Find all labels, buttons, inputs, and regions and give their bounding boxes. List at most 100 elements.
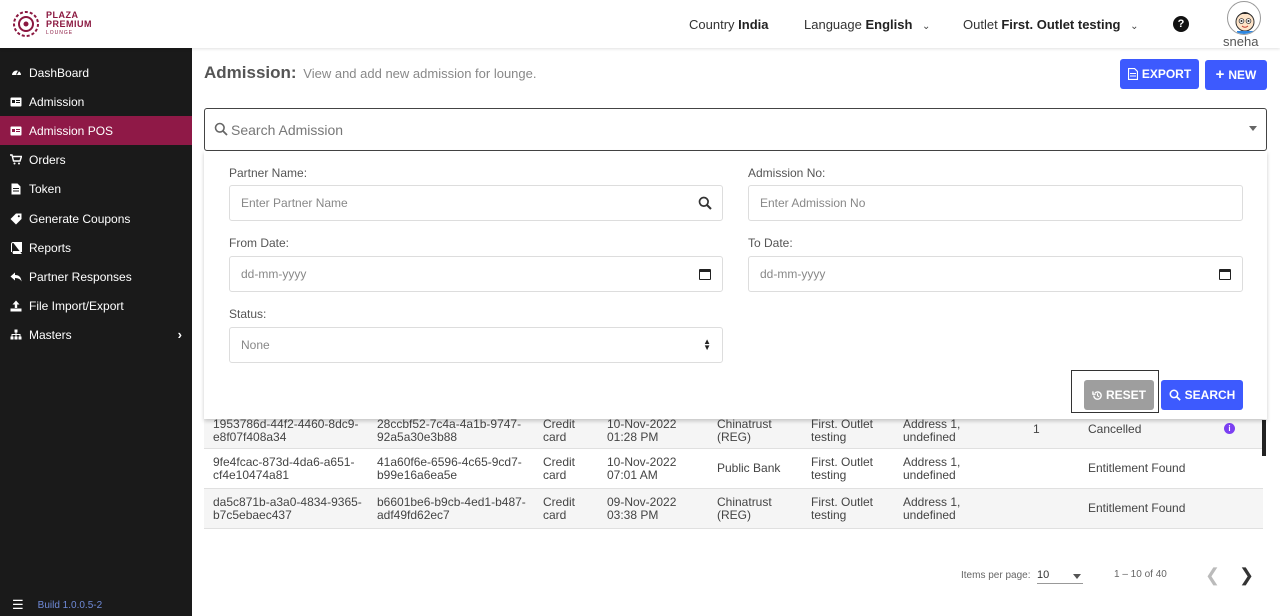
new-button[interactable]: + NEW [1205,60,1267,90]
status-text: Entitlement Found [1088,461,1186,475]
table-row[interactable]: 9fe4fcac-873d-4da6-a651- cf4e10474a81 41a… [204,449,1263,489]
reset-button[interactable]: RESET [1084,380,1154,410]
country-label: Country [689,17,735,32]
sidebar-item-generate-coupons[interactable]: Generate Coupons [0,204,192,233]
info-icon[interactable]: i [1224,423,1235,434]
sidebar-item-admission[interactable]: Admission [0,87,192,116]
sidebar-item-label: Generate Coupons [29,211,131,226]
country-display: Country India [689,17,769,32]
calendar-icon[interactable] [1219,269,1231,280]
address: Address 1, undefined [903,455,961,482]
page-title: Admission: View and add new admission fo… [204,63,536,83]
status-text: Entitlement Found [1088,501,1186,515]
history-icon [1092,390,1102,400]
reply-icon [10,271,22,283]
build-footer: ☰ Build 1.0.0.5-2 [0,594,192,616]
tag-icon [10,213,22,225]
file-icon [10,183,22,195]
filter-panel: Partner Name: Enter Partner Name Admissi… [204,151,1267,419]
logo-line-3: LOUNGE [46,29,74,36]
id-card-icon [10,96,22,108]
id-card-icon [10,125,22,137]
sidebar-item-orders[interactable]: Orders [0,145,192,174]
page-range: 1 – 10 of 40 [1114,569,1167,580]
new-label: NEW [1228,68,1257,82]
upload-icon [10,300,22,312]
address: Address 1, undefined [903,495,961,522]
search-icon[interactable] [698,196,712,210]
sidebar-item-label: DashBoard [29,65,90,80]
top-header: PLAZA PREMIUM LOUNGE Country India Langu… [0,0,1280,49]
caret-down-icon [1073,574,1081,579]
sidebar-item-file-import-export[interactable]: File Import/Export [0,291,192,320]
admission-no-label: Admission No: [748,166,826,180]
search-button[interactable]: SEARCH [1161,380,1243,410]
previous-page-button[interactable]: ❮ [1205,565,1220,586]
outlet-label: Outlet [963,17,998,32]
admission-id: 1953786d-44f2-4460-8dc9- e8f07f408a34 [213,417,359,444]
transaction-id: 41a60f6e-6596-4c65-9cd7- b99e16a6ea5e [377,455,522,482]
partner-name-input[interactable]: Enter Partner Name [229,185,723,221]
partner-name: Chinatrust (REG) [717,495,772,522]
caret-down-icon [1249,126,1257,131]
page-size-select[interactable]: 10 [1037,569,1083,584]
language-selector[interactable]: Language English ⌄ [804,17,930,32]
help-icon[interactable]: ? [1173,16,1189,32]
sidebar-item-label: Reports [29,240,72,255]
outlet-selector[interactable]: Outlet First. Outlet testing ⌄ [963,17,1139,32]
search-label: SEARCH [1184,388,1236,402]
partner-name: Public Bank [717,461,781,475]
partner-name-placeholder: Enter Partner Name [241,196,348,210]
from-date-placeholder: dd-mm-yyyy [241,267,307,281]
page-subtitle: View and add new admission for lounge. [303,66,537,81]
to-date-input[interactable]: dd-mm-yyyy [748,256,1243,292]
logo-line-2: PREMIUM [46,18,92,29]
table-row[interactable]: da5c871b-a3a0-4834-9365- b7c5ebaec437 b66… [204,489,1263,529]
transaction-id: b6601be6-b9cb-4ed1-b487- adf49fd62ec7 [377,495,526,522]
sidebar: DashBoard Admission Admission POS Orders… [0,48,192,616]
export-button[interactable]: EXPORT [1120,59,1199,89]
sidebar-item-label: Partner Responses [29,269,132,284]
sidebar-item-token[interactable]: Token [0,174,192,203]
search-placeholder: Search Admission [231,122,344,138]
payment-type: Credit card [543,495,576,522]
admission-date: 10-Nov-2022 01:28 PM [607,417,677,444]
payment-type: Credit card [543,455,576,482]
admission-no-placeholder: Enter Admission No [760,196,866,210]
reset-label: RESET [1105,388,1146,402]
calendar-icon[interactable] [699,269,711,280]
admission-id: da5c871b-a3a0-4834-9365- b7c5ebaec437 [213,495,362,522]
plaza-premium-logo[interactable]: PLAZA PREMIUM LOUNGE [12,10,92,38]
sidebar-item-dashboard[interactable]: DashBoard [0,58,192,87]
status-selected-value: None [241,338,270,352]
from-date-input[interactable]: dd-mm-yyyy [229,256,723,292]
sidebar-item-admission-pos[interactable]: Admission POS [0,116,192,145]
sidebar-item-label: Orders [29,152,66,167]
logo-text: PLAZA PREMIUM LOUNGE [46,10,92,38]
page-title-text: Admission: [204,63,297,82]
country-value: India [738,17,769,32]
build-version: Build 1.0.0.5-2 [37,599,103,611]
sidebar-item-partner-responses[interactable]: Partner Responses [0,262,192,291]
avatar[interactable] [1227,1,1261,35]
sidebar-item-reports[interactable]: Reports [0,233,192,262]
search-admission-bar[interactable]: Search Admission [204,108,1267,151]
cart-icon [10,154,22,166]
status-label: Status: [229,307,267,321]
sidebar-item-label: Masters [29,327,72,342]
chevron-down-icon: ⌄ [922,21,931,32]
address: Address 1, undefined [903,417,961,444]
menu-icon[interactable]: ☰ [12,597,24,613]
sidebar-item-label: Admission POS [29,123,114,138]
status-select[interactable]: None ▲ ▼ [229,327,723,363]
outlet-name: First. Outlet testing [811,495,874,522]
admission-no-input[interactable]: Enter Admission No [748,185,1243,221]
dashboard-icon [10,67,22,79]
next-page-button[interactable]: ❯ [1239,565,1254,586]
admission-date: 09-Nov-2022 03:38 PM [607,495,677,522]
payment-type: Credit card [543,417,576,444]
book-icon [10,241,22,254]
sidebar-item-masters[interactable]: Masters › [0,320,192,349]
chevron-right-icon: › [177,327,182,342]
sidebar-item-label: Admission [29,94,85,109]
